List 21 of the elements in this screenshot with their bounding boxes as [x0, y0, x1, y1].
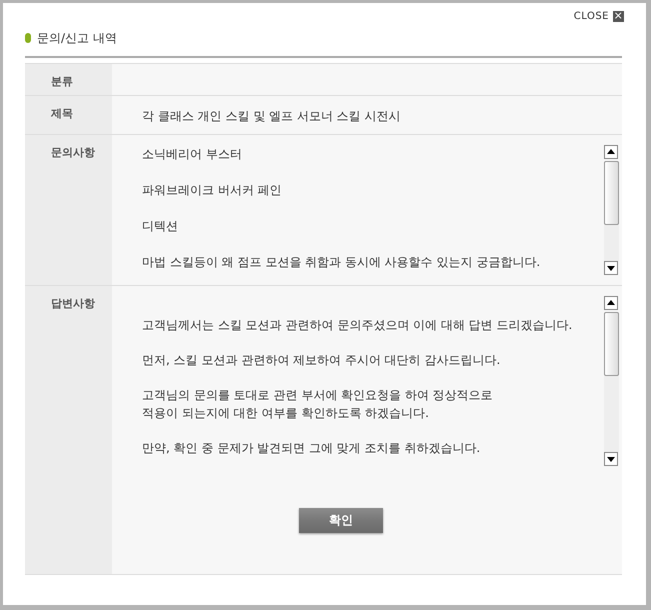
- row-label: 분류: [51, 75, 73, 88]
- scrollbar[interactable]: [604, 296, 619, 466]
- close-button[interactable]: CLOSE ×: [574, 9, 624, 23]
- scrollbar[interactable]: [604, 145, 619, 275]
- bullet-icon: [25, 33, 31, 43]
- dialog-title: 문의/신고 내역: [37, 30, 117, 46]
- scroll-thumb[interactable]: [604, 312, 619, 376]
- inquiry-line: 파워브레이크 버서커 페인: [142, 182, 283, 199]
- row-label: 답변사항: [51, 297, 95, 310]
- answer-paragraph: 만약, 확인 중 문제가 발견되면 그에 맞게 조치를 취하겠습니다.: [142, 440, 482, 457]
- inquiry-line: 마법 스킬등이 왜 점프 모션을 취함과 동시에 사용할수 있는지 궁금합니다.: [142, 254, 542, 271]
- confirm-button[interactable]: 확인: [299, 508, 383, 533]
- row-label: 문의사항: [51, 146, 95, 159]
- answer-paragraph: 고객님의 문의를 토대로 관련 부서에 확인요청을 하여 정상적으로 적용이 되는지에 대한 여부를 확인하도록 하겠습니다.: [142, 387, 494, 422]
- inquiry-line: 디텍션: [142, 218, 179, 235]
- scroll-thumb[interactable]: [604, 161, 619, 225]
- subject-text: 각 클래스 개인 스킬 및 엘프 서모너 스킬 시전시: [142, 108, 401, 125]
- row-label: 제목: [51, 107, 73, 120]
- answer-paragraph: 먼저, 스킬 모션과 관련하여 제보하여 주시어 대단히 감사드립니다.: [142, 352, 502, 369]
- inquiry-line: 소닉베리어 부스터: [142, 146, 243, 163]
- answer-paragraph: 고객님께서는 스킬 모션과 관련하여 문의주셨으며 이에 대해 답변 드리겠습니다.: [142, 317, 574, 334]
